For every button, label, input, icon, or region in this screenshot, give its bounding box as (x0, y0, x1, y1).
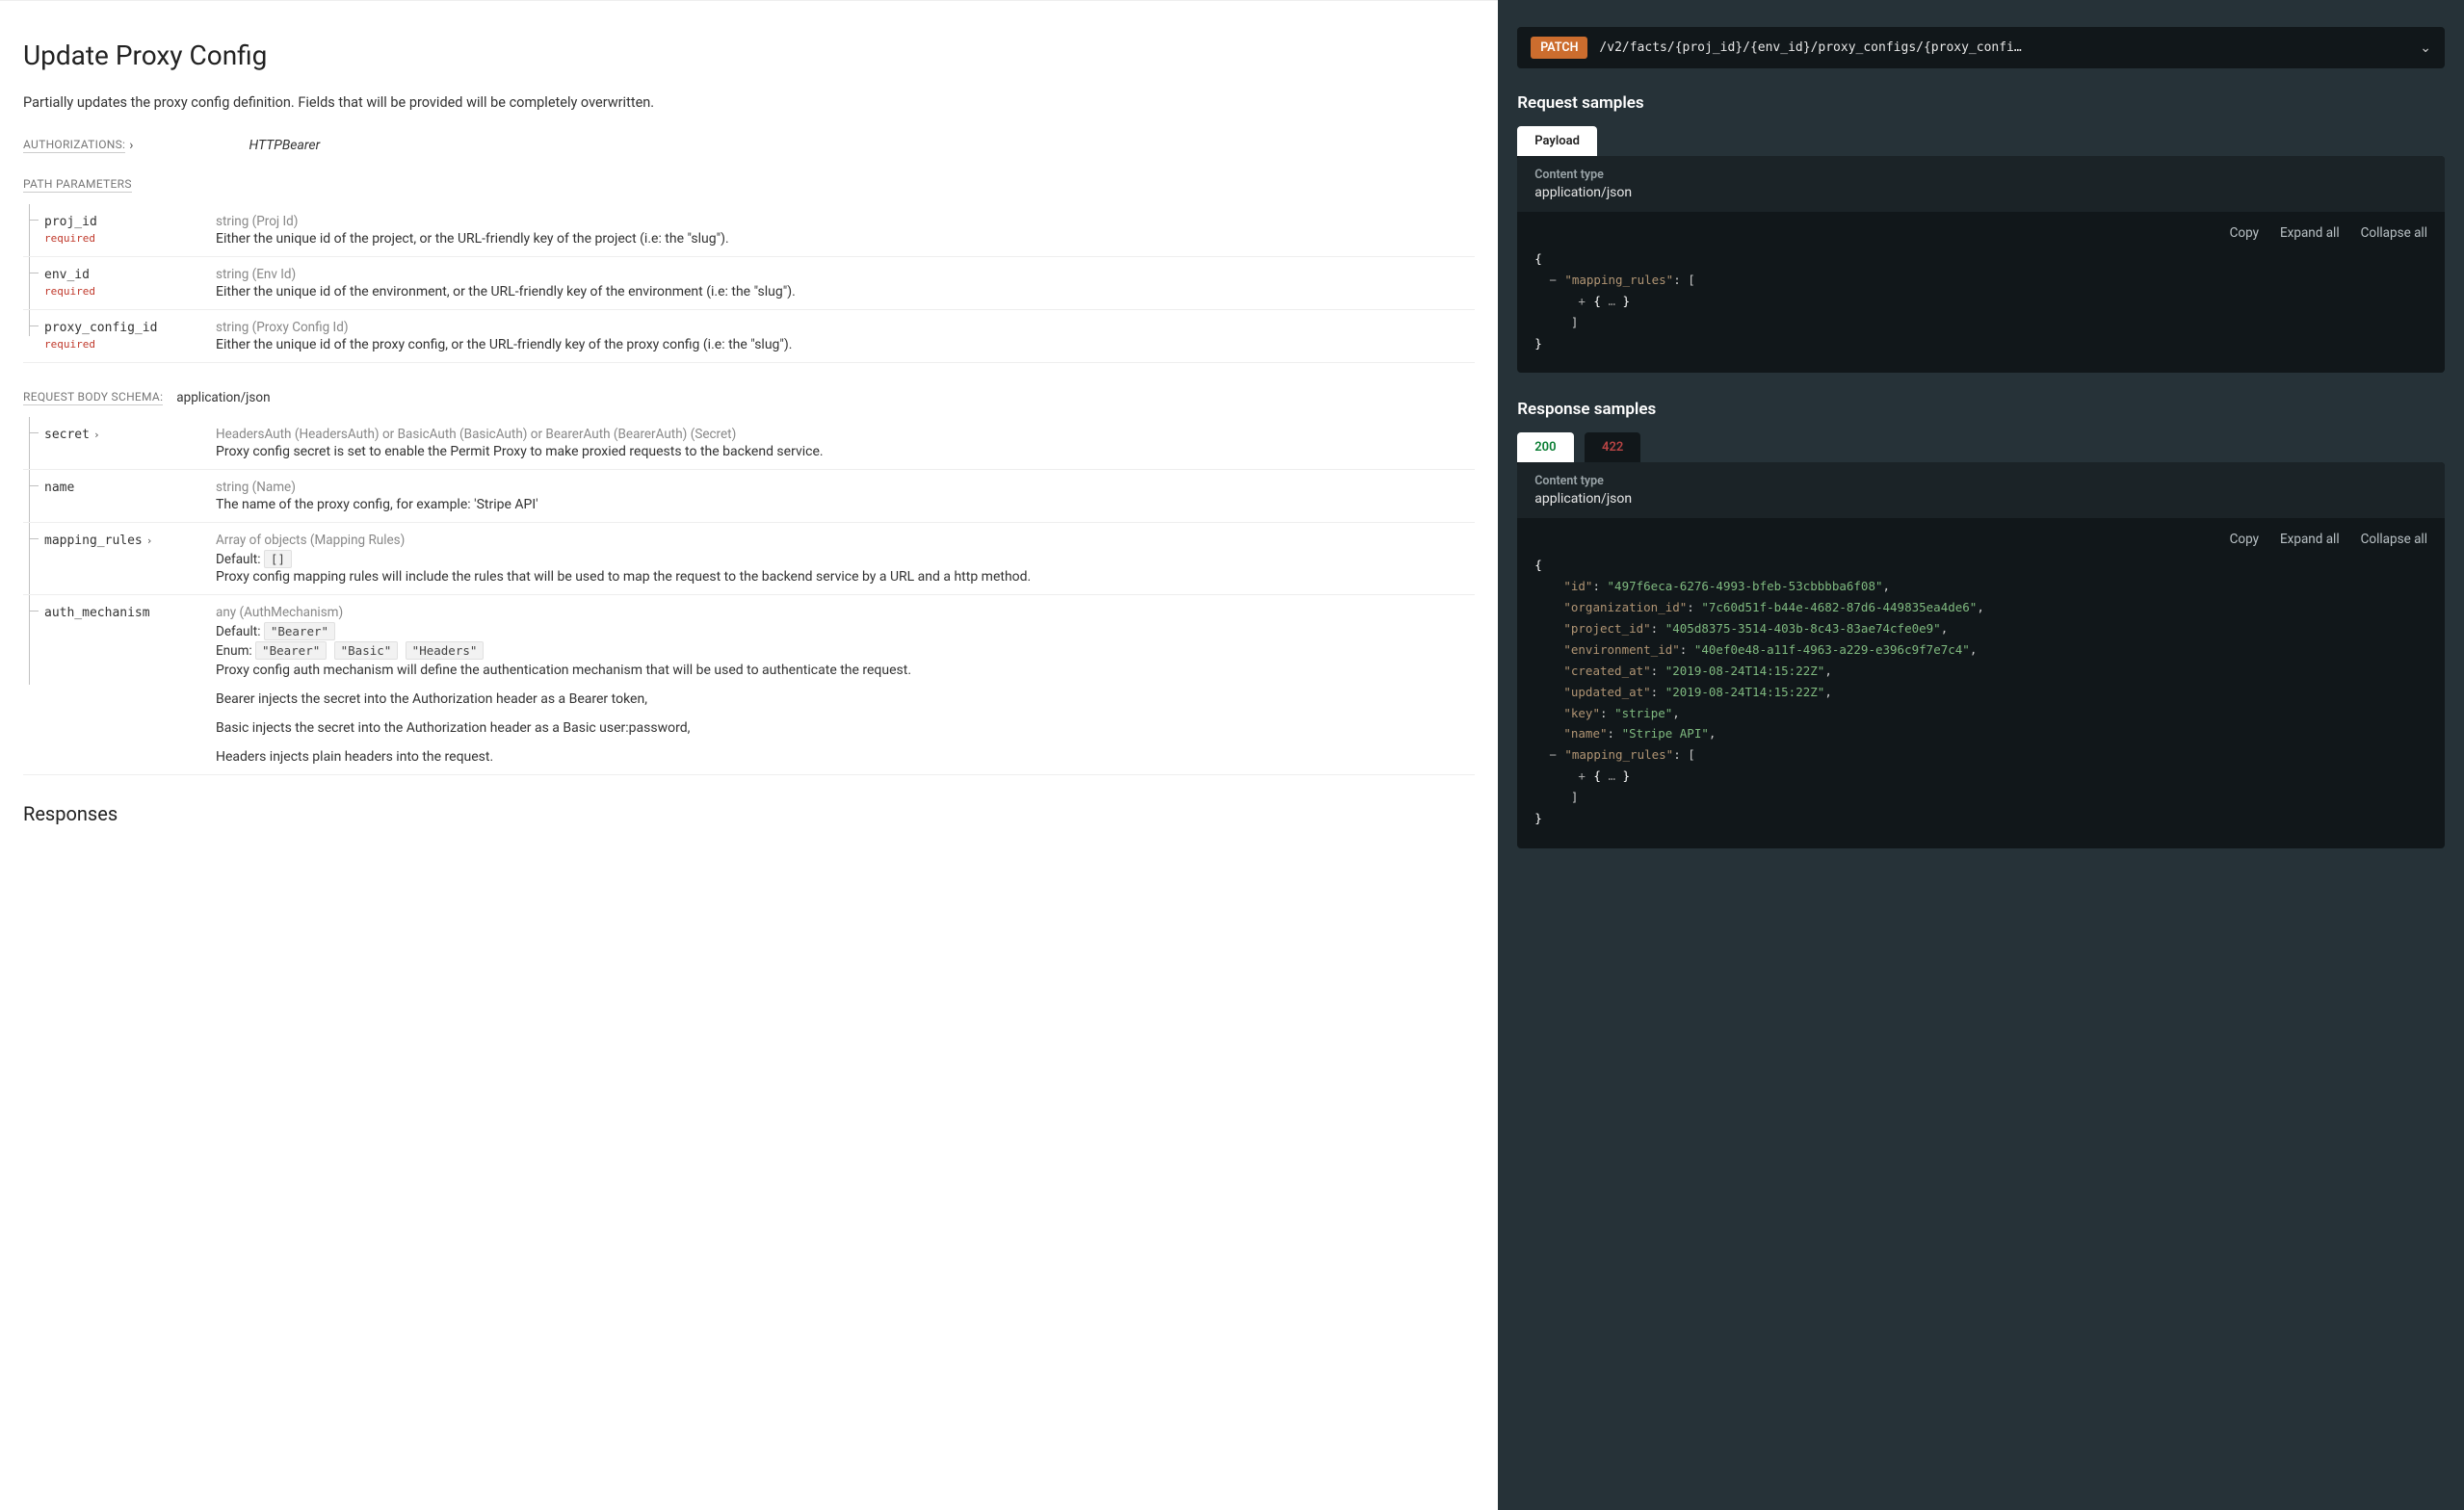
path-parameters-table: proj_id required string (Proj Id) Either… (23, 204, 1475, 363)
chevron-right-icon: › (146, 534, 153, 547)
param-type: Array of objects (Mapping Rules) (216, 533, 1475, 548)
tab-payload[interactable]: Payload (1517, 126, 1597, 156)
request-json-code: { −"mapping_rules": [ +{ … } ] } (1517, 248, 2445, 353)
param-name: proxy_config_id (44, 321, 157, 335)
param-row: secret› HeadersAuth (HeadersAuth) or Bas… (23, 417, 1475, 470)
param-row: name string (Name) The name of the proxy… (23, 470, 1475, 523)
enum-value: "Basic" (334, 641, 399, 660)
content-type-bar: Content type application/json (1517, 156, 2445, 212)
param-name: proj_id (44, 215, 97, 229)
chevron-right-icon: › (129, 138, 133, 153)
authorizations-row[interactable]: AUTHORIZATIONS: › HTTPBearer (23, 138, 1475, 153)
chevron-right-icon: › (93, 429, 100, 441)
content-type-bar: Content type application/json (1517, 462, 2445, 518)
content-type-value: application/json (1534, 185, 1632, 200)
code-actions: Copy Expand all Collapse all (1517, 212, 2445, 248)
authorizations-label: AUTHORIZATIONS: (23, 138, 125, 153)
collapse-toggle-icon[interactable]: − (1549, 270, 1559, 291)
default-row: Default: [] (216, 552, 1475, 567)
param-name: env_id (44, 268, 90, 282)
right-panel: PATCH /v2/facts/{proj_id}/{env_id}/proxy… (1498, 0, 2464, 1510)
content-type-label: Content type (1534, 474, 2427, 488)
param-type: string (Name) (216, 480, 1475, 495)
param-desc: The name of the proxy config, for exampl… (216, 497, 1475, 512)
body-parameters-table: secret› HeadersAuth (HeadersAuth) or Bas… (23, 417, 1475, 775)
param-row: mapping_rules› Array of objects (Mapping… (23, 523, 1475, 595)
param-name[interactable]: secret› (44, 428, 100, 442)
default-row: Default: "Bearer" (216, 624, 1475, 639)
request-samples-heading: Request samples (1517, 93, 2445, 113)
param-name: name (44, 481, 74, 495)
chevron-down-icon[interactable]: ⌄ (2420, 40, 2431, 56)
path-parameters-label: PATH PARAMETERS (23, 177, 132, 193)
page-title: Update Proxy Config (23, 39, 1475, 71)
enum-value: "Headers" (406, 641, 485, 660)
param-row: env_id required string (Env Id) Either t… (23, 257, 1475, 310)
tab-422[interactable]: 422 (1585, 432, 1640, 462)
param-desc: Proxy config mapping rules will include … (216, 569, 1475, 585)
expand-all-button[interactable]: Expand all (2280, 532, 2340, 547)
param-type: any (AuthMechanism) (216, 605, 1475, 620)
request-body-schema-label: REQUEST BODY SCHEMA: (23, 390, 163, 405)
param-name: auth_mechanism (44, 606, 150, 620)
param-type: HeadersAuth (HeadersAuth) or BasicAuth (… (216, 427, 1475, 442)
required-badge: required (44, 285, 216, 298)
required-badge: required (44, 232, 216, 245)
response-samples-heading: Response samples (1517, 400, 2445, 419)
expand-toggle-icon[interactable]: + (1578, 766, 1587, 787)
enum-row: Enum: "Bearer" "Basic" "Headers" (216, 643, 1475, 659)
page-description: Partially updates the proxy config defin… (23, 94, 1475, 111)
enum-value: "Bearer" (255, 641, 327, 660)
default-value: [] (264, 550, 292, 568)
response-sample-box: Content type application/json Copy Expan… (1517, 462, 2445, 847)
collapse-toggle-icon[interactable]: − (1549, 744, 1559, 766)
endpoint-bar[interactable]: PATCH /v2/facts/{proj_id}/{env_id}/proxy… (1517, 27, 2445, 68)
code-actions: Copy Expand all Collapse all (1517, 518, 2445, 555)
response-json-code: { "id": "497f6eca-6276-4993-bfeb-53cbbbb… (1517, 555, 2445, 828)
request-body-schema-row: REQUEST BODY SCHEMA: application/json (23, 390, 1475, 405)
left-panel: Update Proxy Config Partially updates th… (0, 0, 1498, 1510)
default-value: "Bearer" (264, 622, 335, 640)
request-body-schema-ct: application/json (176, 390, 270, 405)
param-desc: Either the unique id of the project, or … (216, 231, 1475, 247)
param-desc: Either the unique id of the environment,… (216, 284, 1475, 299)
expand-all-button[interactable]: Expand all (2280, 225, 2340, 241)
collapse-all-button[interactable]: Collapse all (2361, 225, 2427, 241)
param-row: proxy_config_id required string (Proxy C… (23, 310, 1475, 363)
param-type: string (Env Id) (216, 267, 1475, 282)
content-type-label: Content type (1534, 168, 2427, 182)
tab-200[interactable]: 200 (1517, 432, 1573, 462)
param-type: string (Proj Id) (216, 214, 1475, 229)
request-sample-box: Content type application/json Copy Expan… (1517, 156, 2445, 373)
collapse-all-button[interactable]: Collapse all (2361, 532, 2427, 547)
content-type-value: application/json (1534, 491, 1632, 507)
authorizations-value: HTTPBearer (249, 138, 320, 153)
http-method-badge: PATCH (1531, 37, 1587, 59)
request-tabs: Payload (1517, 126, 2445, 156)
endpoint-path: /v2/facts/{proj_id}/{env_id}/proxy_confi… (1599, 40, 2408, 55)
response-tabs: 200 422 (1517, 432, 2445, 462)
copy-button[interactable]: Copy (2230, 225, 2259, 241)
param-desc: Either the unique id of the proxy config… (216, 337, 1475, 352)
required-badge: required (44, 338, 216, 351)
param-description-block: Proxy config auth mechanism will define … (216, 663, 1475, 765)
param-row: auth_mechanism any (AuthMechanism) Defau… (23, 595, 1475, 775)
param-type: string (Proxy Config Id) (216, 320, 1475, 335)
param-desc: Proxy config secret is set to enable the… (216, 444, 1475, 459)
param-name[interactable]: mapping_rules› (44, 534, 152, 548)
expand-toggle-icon[interactable]: + (1578, 291, 1587, 312)
copy-button[interactable]: Copy (2230, 532, 2259, 547)
responses-heading: Responses (23, 802, 1475, 825)
param-row: proj_id required string (Proj Id) Either… (23, 204, 1475, 257)
